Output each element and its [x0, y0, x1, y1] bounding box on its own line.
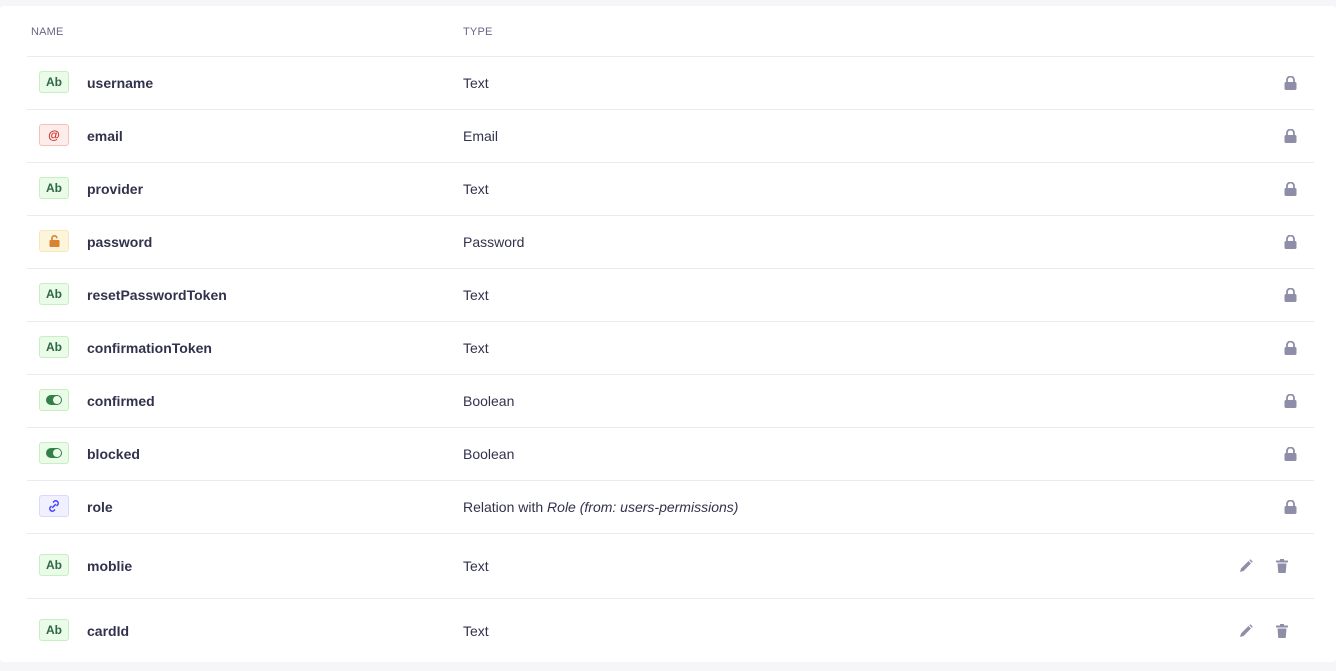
field-type: Password: [463, 234, 525, 250]
text-type-badge-icon: Ab: [39, 619, 69, 641]
boolean-type-badge-icon: [39, 389, 69, 411]
lock-icon: [1282, 499, 1298, 515]
field-type: Text: [463, 75, 489, 91]
relation-prefix: Relation with: [463, 499, 548, 515]
email-type-badge-icon: @: [39, 124, 69, 146]
field-name: email: [87, 128, 123, 144]
content-type-fields-card: NAME TYPE Ab username Text @ email Email Ab pro…: [0, 6, 1336, 662]
field-name: password: [87, 234, 153, 250]
relation-source: (from: users-permissions): [575, 499, 739, 515]
table-header: NAME TYPE: [27, 6, 1314, 57]
table-row: password Password: [27, 216, 1314, 269]
field-type: Boolean: [463, 446, 515, 462]
pencil-icon: [1240, 624, 1253, 637]
field-type: Text: [463, 558, 489, 574]
text-type-badge-icon: Ab: [39, 336, 69, 358]
field-name: moblie: [87, 558, 133, 574]
relation-type-badge-icon: [39, 495, 69, 517]
field-name: confirmed: [87, 393, 155, 409]
lock-icon: [1282, 234, 1298, 250]
pencil-icon: [1240, 559, 1253, 572]
field-type: Text: [463, 623, 489, 639]
relation-target: Role: [547, 499, 576, 515]
field-name: resetPasswordToken: [87, 287, 227, 303]
lock-icon: [1282, 446, 1298, 462]
field-name: blocked: [87, 446, 140, 462]
password-type-badge-icon: [39, 230, 69, 252]
field-name: cardId: [87, 623, 130, 639]
edit-field-button[interactable]: [1238, 623, 1254, 639]
trash-icon: [1276, 624, 1288, 638]
fields-table: NAME TYPE Ab username Text @ email Email Ab pro…: [27, 6, 1314, 663]
field-name: provider: [87, 181, 144, 197]
table-row: blocked Boolean: [27, 428, 1314, 481]
lock-icon: [1282, 340, 1298, 356]
boolean-type-badge-icon: [39, 442, 69, 464]
text-type-badge-icon: Ab: [39, 283, 69, 305]
table-body: Ab username Text @ email Email Ab provider Text p…: [27, 57, 1314, 663]
table-row: confirmed Boolean: [27, 375, 1314, 428]
field-type: Text: [463, 181, 489, 197]
text-type-badge-icon: Ab: [39, 554, 69, 576]
field-type: Boolean: [463, 393, 515, 409]
text-type-badge-icon: Ab: [39, 177, 69, 199]
text-type-badge-icon: Ab: [39, 71, 69, 93]
table-row: Ab provider Text: [27, 163, 1314, 216]
table-row: Ab moblie Text: [27, 534, 1314, 599]
trash-icon: [1276, 559, 1288, 573]
lock-icon: [1282, 393, 1298, 409]
lock-icon: [1282, 75, 1298, 91]
table-row: role Relation with Role (from: users-perm…: [27, 481, 1314, 534]
field-type: Email: [463, 128, 499, 144]
field-name: username: [87, 75, 154, 91]
table-row: Ab username Text: [27, 57, 1314, 110]
edit-field-button[interactable]: [1238, 558, 1254, 574]
lock-icon: [1282, 128, 1298, 144]
field-type: Text: [463, 340, 489, 356]
field-name: confirmationToken: [87, 340, 212, 356]
header-type: TYPE: [463, 26, 493, 38]
field-type: Text: [463, 287, 489, 303]
header-name: NAME: [31, 26, 64, 38]
field-type: Relation with Role (from: users-permissi…: [463, 499, 738, 515]
field-name: role: [87, 499, 113, 515]
table-row: Ab confirmationToken Text: [27, 322, 1314, 375]
table-row: @ email Email: [27, 110, 1314, 163]
lock-icon: [1282, 287, 1298, 303]
delete-field-button[interactable]: [1274, 623, 1290, 639]
lock-icon: [1282, 181, 1298, 197]
table-row: Ab cardId Text: [27, 599, 1314, 663]
delete-field-button[interactable]: [1274, 558, 1290, 574]
table-row: Ab resetPasswordToken Text: [27, 269, 1314, 322]
